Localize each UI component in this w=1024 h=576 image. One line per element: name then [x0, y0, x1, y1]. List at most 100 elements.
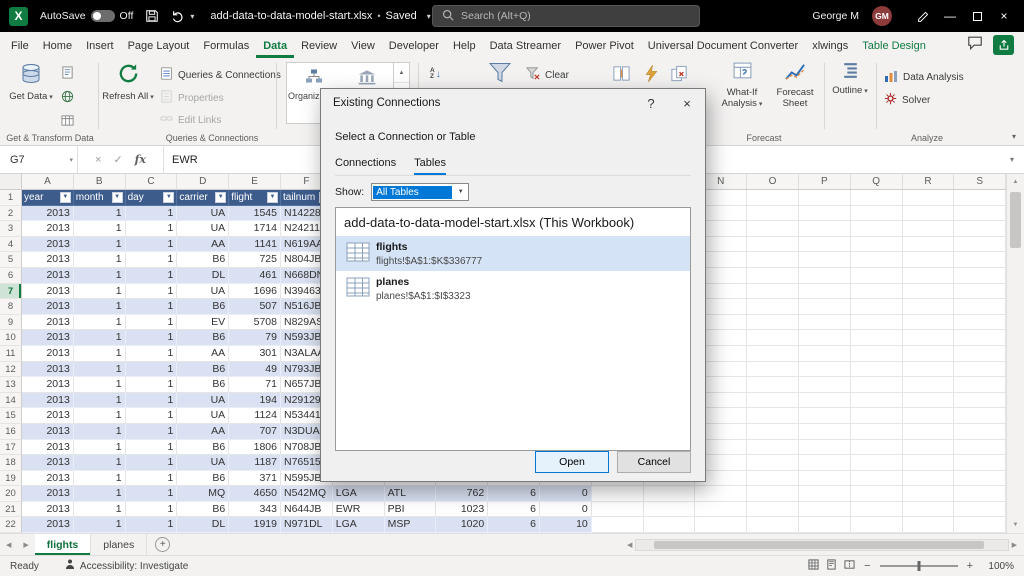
cell-A9[interactable]: 2013: [22, 315, 74, 331]
forecast-sheet-button[interactable]: Forecast Sheet: [772, 61, 818, 109]
cell-Q7[interactable]: [851, 284, 903, 300]
confirm-entry-icon[interactable]: [113, 153, 122, 166]
cell-Q6[interactable]: [851, 268, 903, 284]
cell-R21[interactable]: [903, 502, 955, 518]
save-icon[interactable]: [145, 9, 159, 23]
cell-R2[interactable]: [903, 206, 955, 222]
zoom-out-button[interactable]: [864, 560, 870, 572]
cell-O21[interactable]: [747, 502, 799, 518]
cell-A15[interactable]: 2013: [22, 408, 74, 424]
cell-B1[interactable]: month: [74, 190, 126, 206]
ribbon-tab-power-pivot[interactable]: Power Pivot: [568, 35, 641, 58]
cell-S3[interactable]: [954, 221, 1006, 237]
cell-P10[interactable]: [799, 330, 851, 346]
queries-connections-button[interactable]: Queries & Connections: [160, 65, 281, 85]
cancel-entry-icon[interactable]: [95, 154, 101, 166]
cell-A21[interactable]: 2013: [22, 502, 74, 518]
ribbon-tab-xlwings[interactable]: xlwings: [805, 35, 855, 58]
column-header-O[interactable]: O: [747, 174, 799, 189]
cell-P3[interactable]: [799, 221, 851, 237]
cell-E15[interactable]: 1124: [229, 408, 281, 424]
cell-S11[interactable]: [954, 346, 1006, 362]
cell-R4[interactable]: [903, 237, 955, 253]
cell-B10[interactable]: 1: [74, 330, 126, 346]
edit-links-button[interactable]: Edit Links: [160, 110, 221, 130]
ribbon-tab-formulas[interactable]: Formulas: [196, 35, 256, 58]
zoom-level[interactable]: 100%: [982, 561, 1014, 572]
row-header-16[interactable]: 16: [0, 424, 22, 440]
cell-C6[interactable]: 1: [126, 268, 178, 284]
row-header-1[interactable]: 1: [0, 190, 22, 206]
cell-D4[interactable]: AA: [177, 237, 229, 253]
cell-K22[interactable]: 10: [540, 517, 592, 533]
cell-O17[interactable]: [747, 440, 799, 456]
cell-R1[interactable]: [903, 190, 955, 206]
cell-A12[interactable]: 2013: [22, 362, 74, 378]
cell-E6[interactable]: 461: [229, 268, 281, 284]
cell-E13[interactable]: 71: [229, 377, 281, 393]
cell-C2[interactable]: 1: [126, 206, 178, 222]
cell-O9[interactable]: [747, 315, 799, 331]
data-analysis-button[interactable]: Data Analysis: [884, 67, 964, 87]
cell-P4[interactable]: [799, 237, 851, 253]
cell-E19[interactable]: 371: [229, 471, 281, 487]
row-header-17[interactable]: 17: [0, 440, 22, 456]
column-header-B[interactable]: B: [74, 174, 126, 189]
ribbon-tab-table-design[interactable]: Table Design: [855, 35, 933, 58]
cell-C11[interactable]: 1: [126, 346, 178, 362]
cell-S4[interactable]: [954, 237, 1006, 253]
cell-D3[interactable]: UA: [177, 221, 229, 237]
search-box[interactable]: Search (Alt+Q): [432, 5, 700, 27]
cell-R8[interactable]: [903, 299, 955, 315]
cell-M22[interactable]: [644, 517, 696, 533]
cell-D11[interactable]: AA: [177, 346, 229, 362]
page-break-view-icon[interactable]: [844, 559, 855, 573]
table-item-flights[interactable]: flights flights!$A$1:$K$336777: [336, 236, 690, 271]
dialog-close-button[interactable]: [669, 89, 705, 117]
cell-R22[interactable]: [903, 517, 955, 533]
ribbon-tab-file[interactable]: File: [4, 35, 36, 58]
cell-O3[interactable]: [747, 221, 799, 237]
solver-button[interactable]: Solver: [884, 90, 930, 110]
row-header-14[interactable]: 14: [0, 393, 22, 409]
cell-E17[interactable]: 1806: [229, 440, 281, 456]
cell-S16[interactable]: [954, 424, 1006, 440]
cell-A4[interactable]: 2013: [22, 237, 74, 253]
cell-E20[interactable]: 4650: [229, 486, 281, 502]
accessibility-status[interactable]: Accessibility: Investigate: [65, 559, 188, 573]
comments-icon[interactable]: [967, 35, 983, 55]
get-data-button[interactable]: Get Data: [6, 61, 56, 103]
cell-D18[interactable]: UA: [177, 455, 229, 471]
cell-D16[interactable]: AA: [177, 424, 229, 440]
cell-B11[interactable]: 1: [74, 346, 126, 362]
select-all-corner[interactable]: [0, 174, 22, 189]
filter-dropdown-icon[interactable]: [267, 192, 278, 203]
cell-D8[interactable]: B6: [177, 299, 229, 315]
row-header-18[interactable]: 18: [0, 455, 22, 471]
column-header-Q[interactable]: Q: [851, 174, 903, 189]
cell-O22[interactable]: [747, 517, 799, 533]
row-header-15[interactable]: 15: [0, 408, 22, 424]
cell-E16[interactable]: 707: [229, 424, 281, 440]
cell-R19[interactable]: [903, 471, 955, 487]
cell-A1[interactable]: year: [22, 190, 74, 206]
cell-A3[interactable]: 2013: [22, 221, 74, 237]
cell-Q14[interactable]: [851, 393, 903, 409]
cell-B5[interactable]: 1: [74, 252, 126, 268]
cell-C19[interactable]: 1: [126, 471, 178, 487]
cell-N22[interactable]: [695, 517, 747, 533]
clear-filter-button[interactable]: Clear: [526, 65, 569, 85]
page-layout-view-icon[interactable]: [826, 559, 837, 573]
zoom-in-button[interactable]: [967, 560, 973, 572]
cell-S6[interactable]: [954, 268, 1006, 284]
row-header-12[interactable]: 12: [0, 362, 22, 378]
cell-B16[interactable]: 1: [74, 424, 126, 440]
cell-C21[interactable]: 1: [126, 502, 178, 518]
cell-Q12[interactable]: [851, 362, 903, 378]
cell-O18[interactable]: [747, 455, 799, 471]
cell-L21[interactable]: [592, 502, 644, 518]
cell-S17[interactable]: [954, 440, 1006, 456]
cell-A7[interactable]: 2013: [22, 284, 74, 300]
refresh-all-button[interactable]: Refresh All: [102, 61, 154, 103]
cell-C13[interactable]: 1: [126, 377, 178, 393]
